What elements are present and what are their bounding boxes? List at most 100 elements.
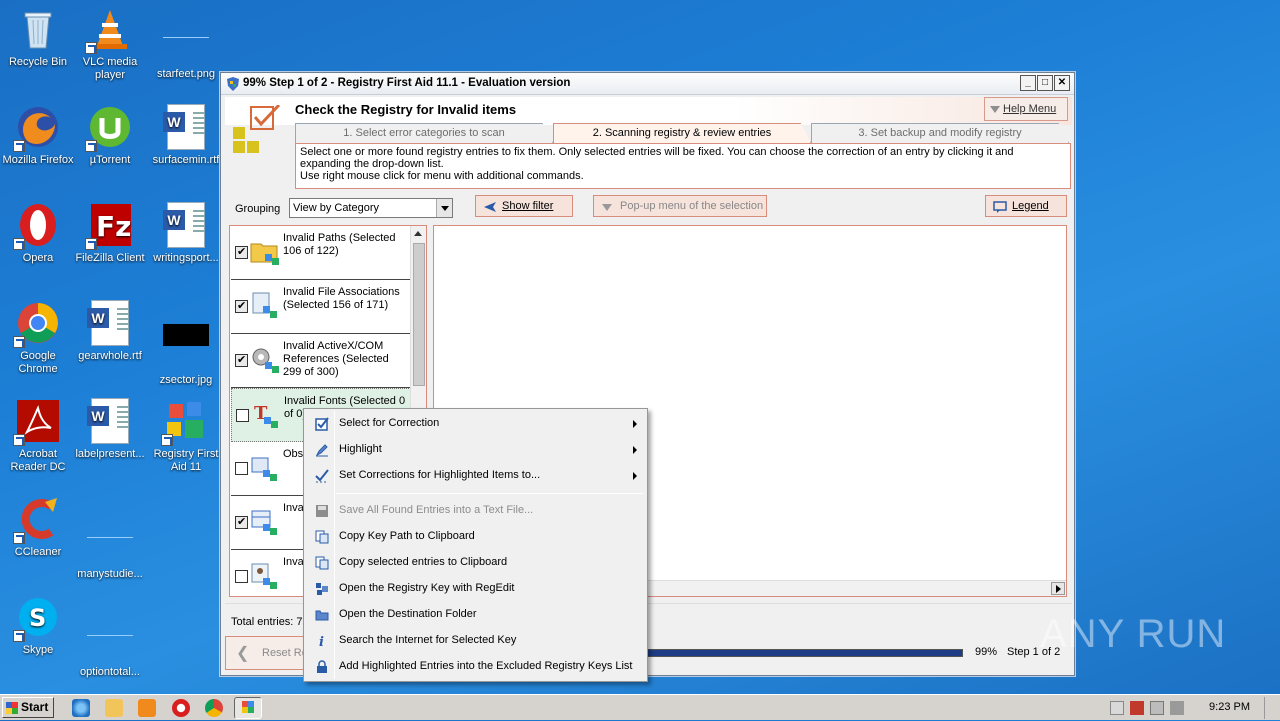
desktop-icon-registry-first-aid[interactable]: Registry First Aid 11 — [148, 398, 224, 474]
desktop-icon-gearwhole[interactable]: W gearwhole.rtf — [72, 300, 148, 363]
desktop-icon-label: manystudie... — [77, 568, 143, 580]
show-filter-button[interactable]: Show filter — [475, 195, 573, 217]
shortcut-arrow-icon — [85, 42, 97, 54]
save-icon — [315, 503, 329, 517]
show-desktop-button[interactable] — [1264, 697, 1278, 719]
desktop-icon-filezilla[interactable]: Fz FileZilla Client — [72, 202, 148, 265]
scrollbar-thumb[interactable] — [413, 243, 425, 386]
desktop-icon-utorrent[interactable]: µTorrent — [72, 104, 148, 167]
menu-item-label: Set Corrections for Highlighted Items to… — [339, 469, 541, 481]
minimize-button[interactable]: _ — [1020, 75, 1036, 91]
scroll-up-icon[interactable] — [411, 226, 426, 242]
file-association-icon — [249, 290, 281, 322]
tray-security-icon[interactable] — [1130, 701, 1144, 715]
desktop-icon-label: Google Chrome — [18, 350, 58, 375]
menu-item-open-destination-folder[interactable]: Open the Destination Folder — [306, 602, 645, 626]
menu-item-highlight[interactable]: Highlight — [306, 437, 645, 461]
category-checkbox[interactable] — [236, 409, 249, 422]
taskbar-ie-icon[interactable] — [72, 699, 90, 717]
desktop-icon-acrobat[interactable]: Acrobat Reader DC — [0, 398, 76, 474]
desktop-icon-skype[interactable]: S Skype — [0, 594, 76, 657]
desktop-icon-writingsport[interactable]: W writingsport... — [148, 202, 224, 265]
menu-item-label: Highlight — [339, 443, 382, 455]
menu-item-open-regedit[interactable]: Open the Registry Key with RegEdit — [306, 576, 645, 600]
shortcut-arrow-icon — [13, 336, 25, 348]
grouping-select[interactable]: View by Category — [289, 198, 453, 218]
tray-flag-icon[interactable] — [1110, 701, 1124, 715]
desktop-icon-opera[interactable]: Opera — [0, 202, 76, 265]
help-menu-button[interactable]: Help Menu — [984, 97, 1068, 121]
shortcut-arrow-icon — [13, 532, 25, 544]
desktop-icon-firefox[interactable]: Mozilla Firefox — [0, 104, 76, 167]
desktop-icon-zsector[interactable]: zsector.jpg — [148, 300, 224, 387]
menu-item-copy-key-path[interactable]: Copy Key Path to Clipboard — [306, 524, 645, 548]
tray-network-icon[interactable] — [1150, 701, 1164, 715]
desktop-icon-label: starfeet.png — [156, 68, 216, 80]
desktop-icon-starfeet[interactable]: starfeet.png — [148, 6, 224, 81]
menu-item-set-corrections[interactable]: Set Corrections for Highlighted Items to… — [306, 463, 645, 487]
grouping-label: Grouping — [235, 203, 281, 215]
desktop-icon-optiontotal[interactable]: optiontotal... — [72, 594, 148, 679]
taskbar: Start 9:23 PM — [0, 694, 1280, 720]
speech-bubble-icon — [993, 200, 1007, 220]
tab-set-backup[interactable]: 3. Set backup and modify registry — [811, 123, 1069, 143]
menu-item-copy-selected-entries[interactable]: Copy selected entries to Clipboard — [306, 550, 645, 574]
desktop-icon-label: Skype — [22, 644, 54, 656]
desktop-icon-label: CCleaner — [14, 546, 62, 558]
recycle-bin-icon — [15, 6, 61, 52]
instructions-box: Select one or more found registry entrie… — [295, 143, 1071, 189]
close-button[interactable]: ✕ — [1054, 75, 1070, 91]
menu-item-select-for-correction[interactable]: Select for Correction — [306, 411, 645, 435]
legend-button[interactable]: Legend — [985, 195, 1067, 217]
word-document-icon: W — [163, 202, 209, 248]
menu-item-label: Copy Key Path to Clipboard — [339, 530, 475, 542]
category-item[interactable]: Invalid Paths (Selected 106 of 122) — [231, 226, 411, 280]
taskbar-chrome-icon[interactable] — [205, 699, 223, 717]
desktop-icon-label: Mozilla Firefox — [2, 154, 74, 166]
desktop-icon-vlc[interactable]: VLC media player — [72, 6, 148, 82]
firefox-icon — [13, 104, 61, 152]
category-checkbox[interactable] — [235, 353, 248, 367]
popup-menu-label: Pop-up menu of the selection — [620, 200, 764, 212]
context-menu: Select for Correction Highlight Set Corr… — [303, 408, 648, 682]
reset-button-label: Reset Re — [262, 647, 308, 659]
menu-item-search-internet[interactable]: i Search the Internet for Selected Key — [306, 628, 645, 652]
menu-item-save-to-text[interactable]: Save All Found Entries into a Text File.… — [306, 498, 645, 522]
start-button[interactable]: Start — [2, 697, 54, 718]
menu-item-label: Copy selected entries to Clipboard — [339, 556, 508, 568]
tab-select-categories[interactable]: 1. Select error categories to scan — [295, 123, 553, 143]
category-checkbox[interactable] — [235, 299, 248, 313]
tab-scanning-registry[interactable]: 2. Scanning registry & review entries — [553, 123, 811, 143]
category-checkbox[interactable] — [235, 245, 248, 259]
title-bar[interactable]: 99% Step 1 of 2 - Registry First Aid 11.… — [221, 73, 1074, 95]
desktop-icon-recycle-bin[interactable]: Recycle Bin — [0, 6, 76, 69]
desktop-icon-ccleaner[interactable]: CCleaner — [0, 496, 76, 559]
regedit-icon — [315, 581, 329, 595]
category-checkbox[interactable] — [235, 462, 248, 475]
desktop-icon-manystudie[interactable]: manystudie... — [72, 496, 148, 581]
desktop-icon-labelpresent[interactable]: W labelpresent... — [72, 398, 148, 461]
category-item[interactable]: Invalid File Associations (Selected 156 … — [231, 280, 411, 334]
desktop-icon-surfacemin[interactable]: W surfacemin.rtf — [148, 104, 224, 167]
submenu-arrow-icon — [633, 420, 637, 428]
category-checkbox[interactable] — [235, 515, 248, 529]
maximize-button[interactable]: □ — [1037, 75, 1053, 91]
taskbar-registry-first-aid-icon[interactable] — [234, 697, 262, 719]
category-checkbox[interactable] — [235, 570, 248, 583]
menu-item-add-excluded-keys[interactable]: Add Highlighted Entries into the Exclude… — [306, 654, 645, 678]
taskbar-clock[interactable]: 9:23 PM — [1209, 701, 1250, 713]
category-item[interactable]: Invalid ActiveX/COM References (Selected… — [231, 334, 411, 388]
ccleaner-icon — [13, 496, 61, 544]
taskbar-media-player-icon[interactable] — [138, 699, 156, 717]
chevron-down-icon[interactable] — [436, 199, 452, 217]
chrome-icon — [13, 300, 61, 348]
copy-icon — [315, 529, 329, 544]
desktop-icon-label: writingsport... — [153, 252, 219, 264]
taskbar-opera-icon[interactable] — [172, 699, 190, 717]
popup-menu-button[interactable]: Pop-up menu of the selection — [593, 195, 767, 217]
tray-volume-icon[interactable] — [1170, 701, 1184, 715]
instructions-text: Select one or more found registry entrie… — [300, 146, 1014, 170]
taskbar-explorer-icon[interactable] — [105, 699, 123, 717]
desktop-icon-chrome[interactable]: Google Chrome — [0, 300, 76, 376]
scroll-right-icon[interactable] — [1051, 582, 1065, 595]
